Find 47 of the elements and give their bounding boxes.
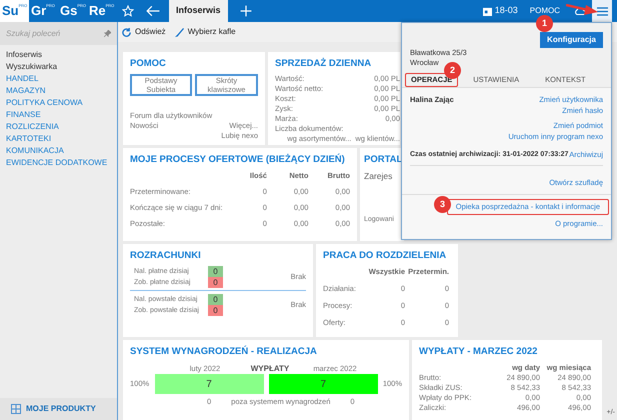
sidebar-item[interactable]: KOMUNIKACJA: [6, 145, 111, 156]
tile-title: WYPŁATY - MARZEC 2022: [419, 346, 538, 358]
back-arrow-icon[interactable]: [146, 5, 160, 17]
menu-icon: [596, 6, 608, 16]
value-badge: 0: [208, 294, 223, 305]
app-label: Su: [2, 3, 19, 19]
brush-icon: [174, 28, 184, 36]
toolbar-button[interactable]: Wybierz kafle: [174, 26, 236, 38]
date-label: 18-03: [494, 4, 518, 18]
my-products-button[interactable]: MOJE PRODUKTY: [0, 398, 117, 420]
document-tab[interactable]: Infoserwis: [169, 0, 228, 22]
portal-text: Zarejes: [364, 170, 394, 183]
app-label: Re: [89, 3, 106, 19]
value-badge: 0: [208, 277, 223, 288]
tile-title: POMOC: [130, 58, 167, 70]
app-label: Gr: [31, 3, 46, 19]
plus-icon[interactable]: [240, 5, 252, 17]
sidebar-item[interactable]: MAGAZYN: [6, 85, 111, 96]
app-label: Gs: [60, 3, 78, 19]
sidebar-item[interactable]: POLITYKA CENOWA: [6, 97, 111, 108]
sidebar-item[interactable]: Wyszukiwarka: [6, 61, 111, 72]
chart-heading: WYPŁATY: [250, 364, 290, 374]
configure-button[interactable]: Konfiguracja: [540, 32, 603, 48]
tile-title: PORTAL: [364, 154, 404, 166]
progress-bar: 7: [154, 374, 264, 394]
progress-bar: 7: [268, 374, 378, 394]
sidebar-item[interactable]: HANDEL: [6, 73, 111, 84]
value-badge: 0: [208, 305, 223, 316]
annotation-arrow: [566, 4, 598, 16]
sidebar-item[interactable]: KARTOTEKI: [6, 133, 111, 144]
tile-title: ROZRACHUNKI: [130, 250, 202, 262]
sidebar-item[interactable]: Infoserwis: [6, 49, 111, 60]
sidebar-item[interactable]: EWIDENCJE DODATKOWE: [6, 157, 111, 168]
star-icon[interactable]: [122, 5, 134, 17]
tile-title: MOJE PROCESY OFERTOWE (BIEŻĄCY DZIEŃ): [130, 154, 346, 166]
sidebar-item[interactable]: ROZLICZENIA: [6, 121, 111, 132]
value-badge: 0: [208, 266, 223, 277]
grid-icon: [11, 404, 21, 414]
tile-title: PRACA DO ROZDZIELENIA: [323, 250, 448, 262]
toolbar-button[interactable]: Odśwież: [122, 26, 166, 38]
calendar-icon: [482, 6, 492, 16]
help-link[interactable]: POMOC: [530, 5, 560, 17]
pin-icon[interactable]: [104, 30, 111, 37]
tile-title: SPRZEDAŻ DZIENNA: [275, 58, 372, 70]
tile-title: SYSTEM WYNAGRODZEŃ - REALIZACJA: [130, 346, 318, 358]
refresh-icon: [122, 28, 131, 36]
sidebar-item[interactable]: FINANSE: [6, 109, 111, 120]
